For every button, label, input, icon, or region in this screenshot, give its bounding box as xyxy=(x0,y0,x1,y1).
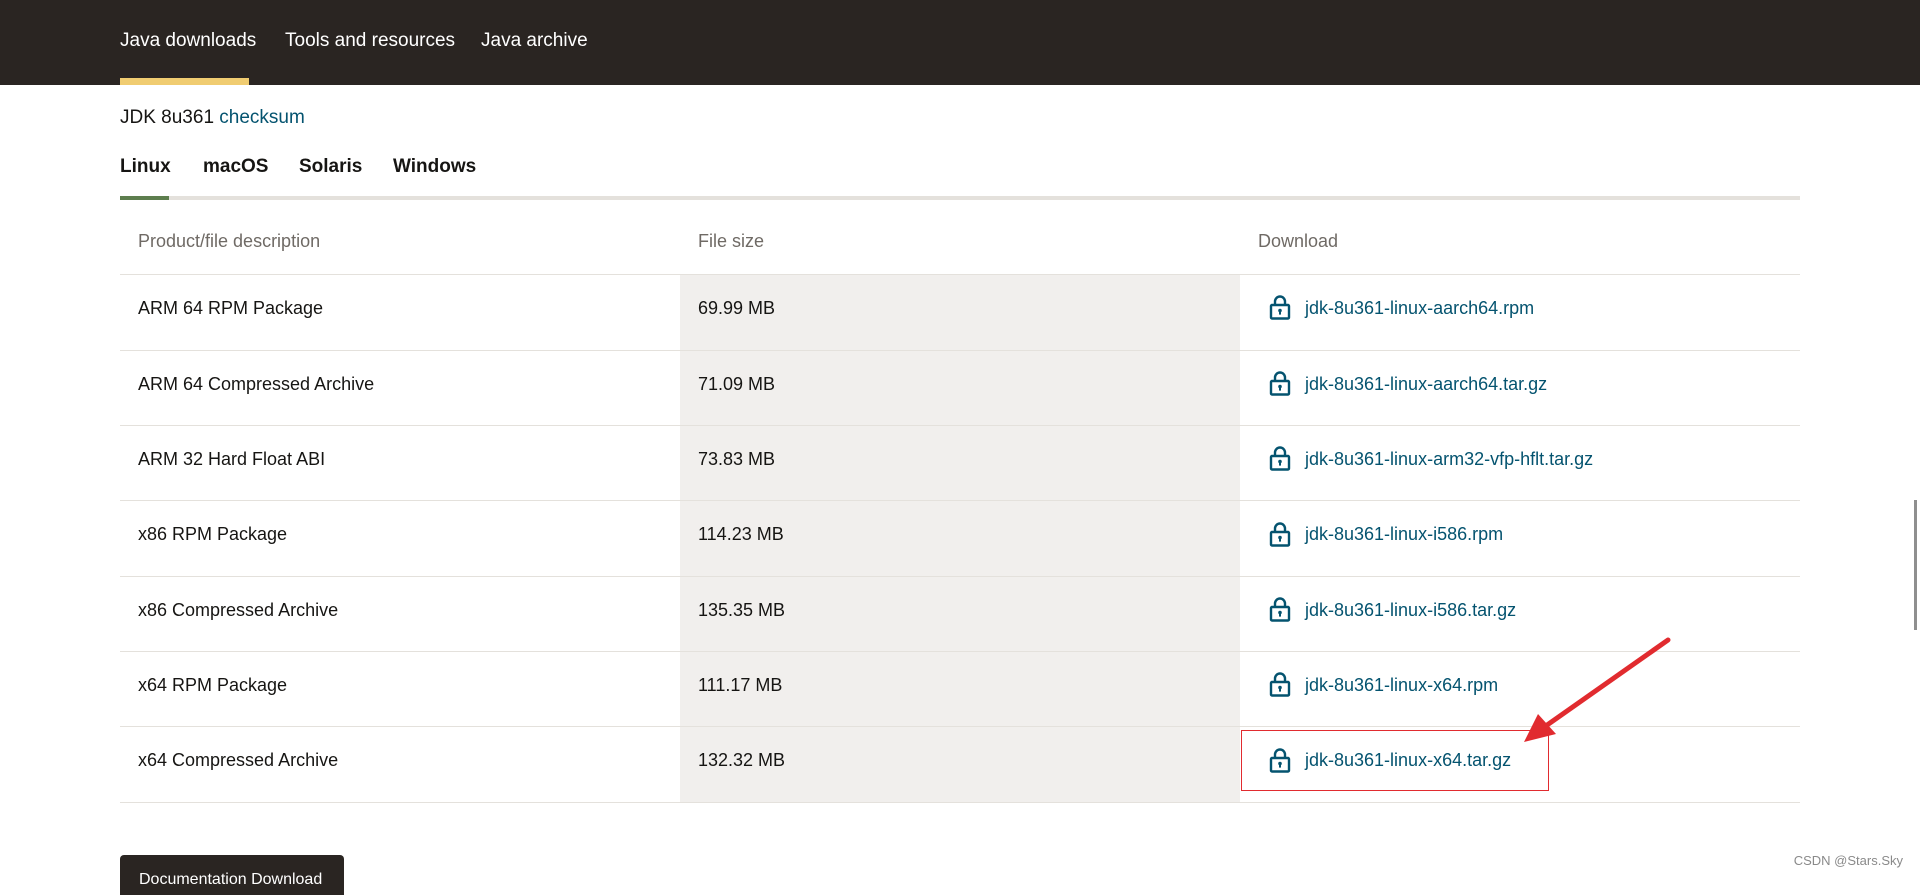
row-divider xyxy=(120,274,1800,275)
row-file-size: 135.35 MB xyxy=(698,600,786,620)
row-file-size: 73.83 MB xyxy=(698,449,776,469)
watermark: CSDN @Stars.Sky xyxy=(1793,853,1903,868)
row-divider xyxy=(120,425,1800,426)
lock-icon[interactable] xyxy=(1268,370,1292,396)
lock-icon[interactable] xyxy=(1268,445,1292,471)
scrollbar-thumb[interactable] xyxy=(1914,500,1917,630)
row-description: x64 RPM Package xyxy=(138,675,288,695)
row-divider xyxy=(120,802,1800,803)
row-description: ARM 64 RPM Package xyxy=(138,298,324,318)
row-description: ARM 32 Hard Float ABI xyxy=(138,449,326,469)
release-line: JDK 8u361 checksum xyxy=(120,107,305,129)
row-file-size: 69.99 MB xyxy=(698,298,776,318)
row-description: ARM 64 Compressed Archive xyxy=(138,374,375,394)
checksum-link[interactable]: checksum xyxy=(219,107,305,128)
download-link[interactable]: jdk-8u361-linux-x64.rpm xyxy=(1305,674,1498,696)
tabs-divider xyxy=(120,196,1800,200)
tab-macos[interactable]: macOS xyxy=(203,156,268,178)
row-file-size: 111.17 MB xyxy=(698,675,783,695)
header-file-size: File size xyxy=(698,231,765,251)
red-arrow-icon xyxy=(1524,637,1671,742)
download-link[interactable]: jdk-8u361-linux-arm32-vfp-hflt.tar.gz xyxy=(1305,448,1593,470)
row-file-size: 114.23 MB xyxy=(698,524,784,544)
documentation-download-button[interactable]: Documentation Download xyxy=(120,855,344,895)
tab-solaris[interactable]: Solaris xyxy=(299,156,362,178)
documentation-download-label: Documentation Download xyxy=(139,871,323,888)
release-label: JDK 8u361 xyxy=(120,107,215,128)
row-description: x86 RPM Package xyxy=(138,524,288,544)
tab-windows[interactable]: Windows xyxy=(393,156,476,178)
lock-icon[interactable] xyxy=(1268,596,1292,622)
tab-linux[interactable]: Linux xyxy=(120,156,171,178)
lock-icon[interactable] xyxy=(1268,521,1292,547)
row-divider xyxy=(120,350,1800,351)
lock-icon[interactable] xyxy=(1268,294,1292,320)
tab-active-indicator xyxy=(120,196,169,200)
row-divider xyxy=(120,576,1800,577)
row-divider xyxy=(120,500,1800,501)
row-file-size: 71.09 MB xyxy=(698,374,776,394)
top-nav: Java downloads Tools and resources Java … xyxy=(0,0,1920,85)
nav-tools-and-resources[interactable]: Tools and resources xyxy=(285,30,455,52)
header-description: Product/file description xyxy=(138,231,321,251)
download-link[interactable]: jdk-8u361-linux-i586.rpm xyxy=(1305,523,1503,545)
download-link[interactable]: jdk-8u361-linux-aarch64.rpm xyxy=(1305,297,1534,319)
lock-icon[interactable] xyxy=(1268,671,1292,697)
row-description: x64 Compressed Archive xyxy=(138,750,339,770)
nav-active-underline xyxy=(120,78,249,85)
row-description: x86 Compressed Archive xyxy=(138,600,339,620)
nav-java-downloads[interactable]: Java downloads xyxy=(120,30,256,52)
download-link[interactable]: jdk-8u361-linux-i586.tar.gz xyxy=(1305,599,1516,621)
row-file-size: 132.32 MB xyxy=(698,750,786,770)
header-download: Download xyxy=(1258,231,1339,251)
download-link[interactable]: jdk-8u361-linux-aarch64.tar.gz xyxy=(1305,373,1547,395)
nav-java-archive[interactable]: Java archive xyxy=(481,30,588,52)
